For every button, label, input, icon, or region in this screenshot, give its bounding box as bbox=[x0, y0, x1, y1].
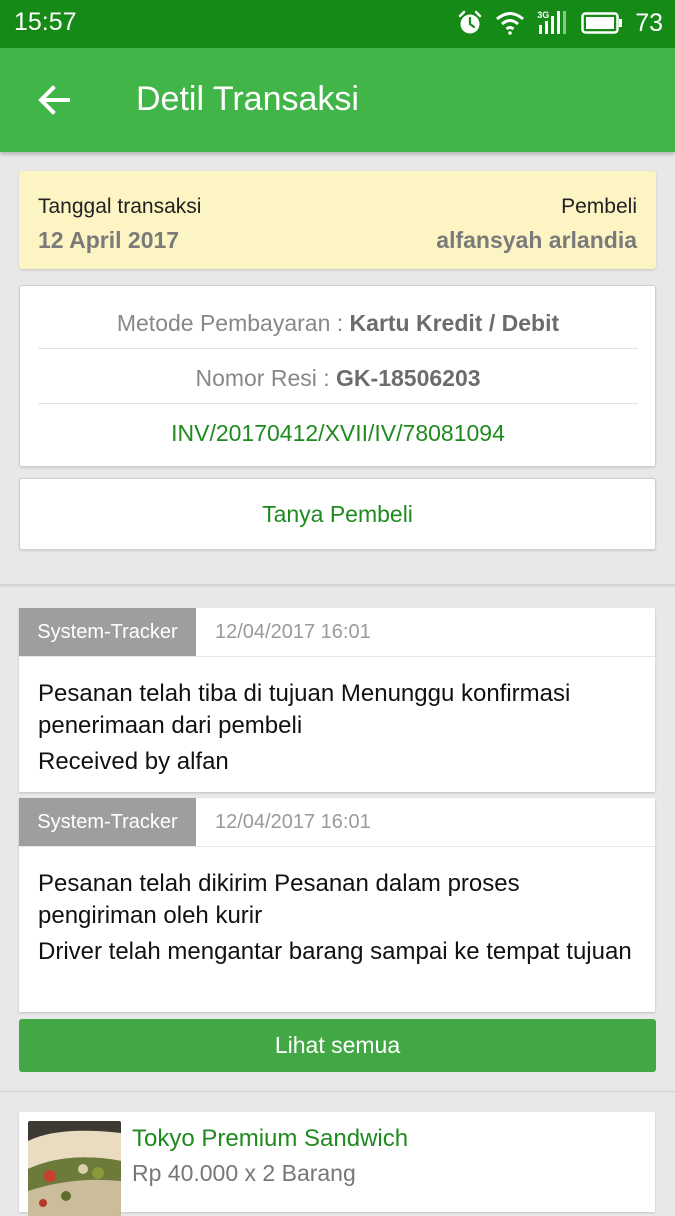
tracker-status-text: Pesanan telah tiba di tujuan Menunggu ko… bbox=[38, 680, 571, 739]
payment-method-label: Metode Pembayaran : bbox=[116, 310, 350, 336]
app-bar: Detil Transaksi bbox=[0, 48, 675, 152]
receipt-number-row: Nomor Resi : GK-18506203 bbox=[38, 365, 638, 392]
product-item[interactable]: Tokyo Premium Sandwich Rp 40.000 x 2 Bar… bbox=[19, 1112, 655, 1216]
transaction-summary: Tanggal transaksi 12 April 2017 Pembeli … bbox=[19, 171, 656, 269]
tracker-entry: System-Tracker 12/04/2017 16:01 Pesanan … bbox=[19, 798, 655, 1012]
tracker-timestamp: 12/04/2017 16:01 bbox=[215, 621, 371, 643]
payment-method-value: Kartu Kredit / Debit bbox=[349, 310, 560, 336]
product-thumbnail bbox=[28, 1121, 121, 1216]
see-all-button[interactable]: Lihat semua bbox=[19, 1019, 656, 1072]
product-name[interactable]: Tokyo Premium Sandwich bbox=[132, 1125, 408, 1153]
battery-level: 73 bbox=[635, 8, 663, 37]
receipt-number-label: Nomor Resi : bbox=[195, 365, 337, 391]
invoice-link[interactable]: INV/20170412/XVII/IV/78081094 bbox=[38, 420, 638, 447]
divider bbox=[38, 348, 638, 349]
status-icons: 3G 73 bbox=[457, 8, 663, 38]
date-value: 12 April 2017 bbox=[38, 227, 180, 253]
buyer-value: alfansyah arlandia bbox=[436, 227, 637, 253]
ask-buyer-button[interactable]: Tanya Pembeli bbox=[19, 478, 656, 550]
receipt-number-value: GK-18506203 bbox=[336, 365, 481, 391]
tracker-source-tag: System-Tracker bbox=[19, 608, 196, 656]
tracker-detail-text: Driver telah mengantar barang sampai ke … bbox=[38, 938, 632, 965]
payment-method-row: Metode Pembayaran : Kartu Kredit / Debit bbox=[38, 310, 638, 337]
tracker-entry-header: System-Tracker 12/04/2017 16:01 bbox=[19, 608, 655, 657]
buyer-label: Pembeli bbox=[561, 195, 637, 218]
status-bar: 15:57 3G 73 bbox=[0, 0, 675, 48]
date-label: Tanggal transaksi bbox=[38, 195, 202, 218]
status-time: 15:57 bbox=[14, 8, 77, 36]
product-price: Rp 40.000 x 2 Barang bbox=[132, 1160, 356, 1186]
alarm-icon bbox=[458, 10, 482, 34]
payment-info-card: Metode Pembayaran : Kartu Kredit / Debit… bbox=[19, 285, 656, 467]
tracker-entry-body: Pesanan telah dikirim Pesanan dalam pros… bbox=[38, 868, 638, 968]
section-divider bbox=[0, 1091, 675, 1092]
tracker-entry: System-Tracker 12/04/2017 16:01 Pesanan … bbox=[19, 608, 655, 792]
divider bbox=[38, 403, 638, 404]
tracker-entry-header: System-Tracker 12/04/2017 16:01 bbox=[19, 798, 655, 847]
tracker-timestamp: 12/04/2017 16:01 bbox=[215, 811, 371, 833]
tracker-entry-body: Pesanan telah tiba di tujuan Menunggu ko… bbox=[38, 678, 638, 778]
tracker-detail-text: Received by alfan bbox=[38, 748, 229, 775]
tracker-source-tag: System-Tracker bbox=[19, 798, 196, 846]
page-title: Detil Transaksi bbox=[136, 80, 359, 118]
wifi-icon bbox=[496, 12, 525, 35]
tracker-status-text: Pesanan telah dikirim Pesanan dalam pros… bbox=[38, 870, 520, 929]
section-divider bbox=[0, 584, 675, 588]
signal-icon: 3G bbox=[537, 10, 569, 36]
battery-icon bbox=[581, 12, 623, 34]
back-arrow-icon[interactable] bbox=[34, 80, 74, 120]
